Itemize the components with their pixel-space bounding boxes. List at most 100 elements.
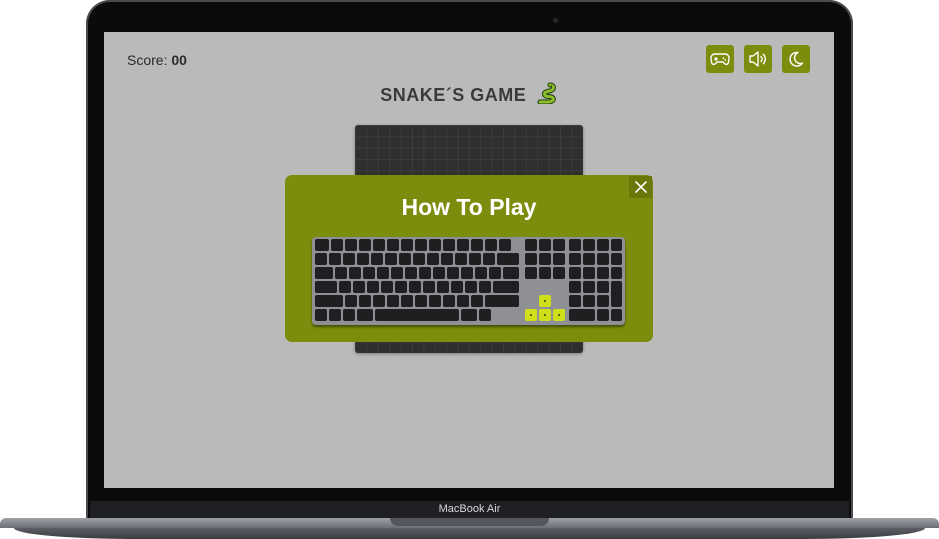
keyboard-key [553, 239, 565, 251]
keyboard-key [359, 295, 371, 307]
camera [553, 18, 558, 23]
keyboard-key [583, 295, 595, 307]
keyboard-key [429, 295, 441, 307]
toolbar [706, 45, 810, 73]
keyboard-key [385, 253, 397, 265]
keyboard-key [359, 239, 371, 251]
theme-button[interactable] [782, 45, 810, 73]
keyboard-key [611, 267, 622, 279]
keyboard-key [583, 267, 595, 279]
keyboard-key [569, 267, 581, 279]
keyboard-key [539, 239, 551, 251]
keyboard-key [315, 281, 337, 293]
keyboard-key [611, 281, 622, 307]
keyboard-key [569, 295, 581, 307]
keyboard-key [597, 267, 609, 279]
keyboard-key [611, 253, 622, 265]
keyboard-key [583, 253, 595, 265]
keyboard-key [335, 267, 347, 279]
controls-button[interactable] [706, 45, 734, 73]
keyboard-key [399, 253, 411, 265]
keyboard-key [455, 253, 467, 265]
keyboard-key [331, 239, 343, 251]
keyboard-key [363, 267, 375, 279]
sound-button[interactable] [744, 45, 772, 73]
keyboard-key [475, 267, 487, 279]
score-label: Score: [127, 52, 168, 68]
score-display: Score: 00 [127, 52, 187, 68]
keyboard-key [525, 267, 537, 279]
keyboard-key [485, 295, 519, 307]
keyboard-key [447, 267, 459, 279]
keyboard-key [469, 253, 481, 265]
keyboard-key [443, 239, 455, 251]
keyboard-key [461, 267, 473, 279]
keyboard-key [553, 267, 565, 279]
keyboard-key [525, 253, 537, 265]
keyboard-key [597, 253, 609, 265]
keyboard-key [357, 253, 369, 265]
keyboard-key [345, 239, 357, 251]
keyboard-key [371, 253, 383, 265]
hinge-notch [390, 518, 549, 526]
keyboard-key [315, 309, 327, 321]
keyboard-key [485, 239, 497, 251]
keyboard-key [483, 253, 495, 265]
keyboard-key [315, 239, 329, 251]
keyboard-key [429, 239, 441, 251]
keyboard-key [611, 239, 622, 251]
keyboard-key [461, 309, 477, 321]
keyboard-key [329, 309, 341, 321]
gamepad-icon [710, 53, 730, 66]
arrow-key [525, 309, 537, 321]
keyboard-key [479, 281, 491, 293]
laptop-base [0, 518, 939, 539]
keyboard-key [415, 239, 427, 251]
keyboard-key [611, 309, 622, 321]
keyboard-key [437, 281, 449, 293]
keyboard-key [465, 281, 477, 293]
keyboard-key [381, 281, 393, 293]
keyboard-key [597, 239, 609, 251]
keyboard-key [315, 253, 327, 265]
keyboard-key [343, 253, 355, 265]
keyboard-key [471, 239, 483, 251]
keyboard-key [343, 309, 355, 321]
keyboard-key [405, 267, 417, 279]
keyboard-key [357, 309, 373, 321]
keyboard-key [433, 267, 445, 279]
keyboard-key [451, 281, 463, 293]
keyboard-key [367, 281, 379, 293]
arrow-key [553, 309, 565, 321]
keyboard-key [409, 281, 421, 293]
moon-icon [789, 51, 804, 67]
keyboard-key [441, 253, 453, 265]
keyboard-key [583, 239, 595, 251]
keyboard-key [353, 281, 365, 293]
keyboard-key [427, 253, 439, 265]
keyboard-key [373, 239, 385, 251]
keyboard-key [401, 295, 413, 307]
keyboard-key [597, 309, 609, 321]
speaker-icon [749, 51, 766, 67]
device-label: MacBook Air [438, 503, 501, 515]
keyboard-key [339, 281, 351, 293]
snake-icon [537, 82, 556, 104]
keyboard-key [373, 295, 385, 307]
keyboard-key [539, 253, 551, 265]
keyboard-key [597, 295, 609, 307]
keyboard-image [312, 237, 625, 325]
keyboard-key [443, 295, 455, 307]
how-to-play-modal: How To Play [285, 175, 653, 342]
keyboard-key [387, 295, 399, 307]
keyboard-key [375, 309, 459, 321]
modal-title: How To Play [401, 194, 537, 220]
keyboard-key [423, 281, 435, 293]
keyboard-key [539, 267, 551, 279]
keyboard-key [457, 239, 469, 251]
keyboard-key [471, 295, 483, 307]
keyboard-key [391, 267, 403, 279]
keyboard-key [583, 281, 595, 293]
keyboard-key [345, 295, 357, 307]
keyboard-key [569, 239, 581, 251]
